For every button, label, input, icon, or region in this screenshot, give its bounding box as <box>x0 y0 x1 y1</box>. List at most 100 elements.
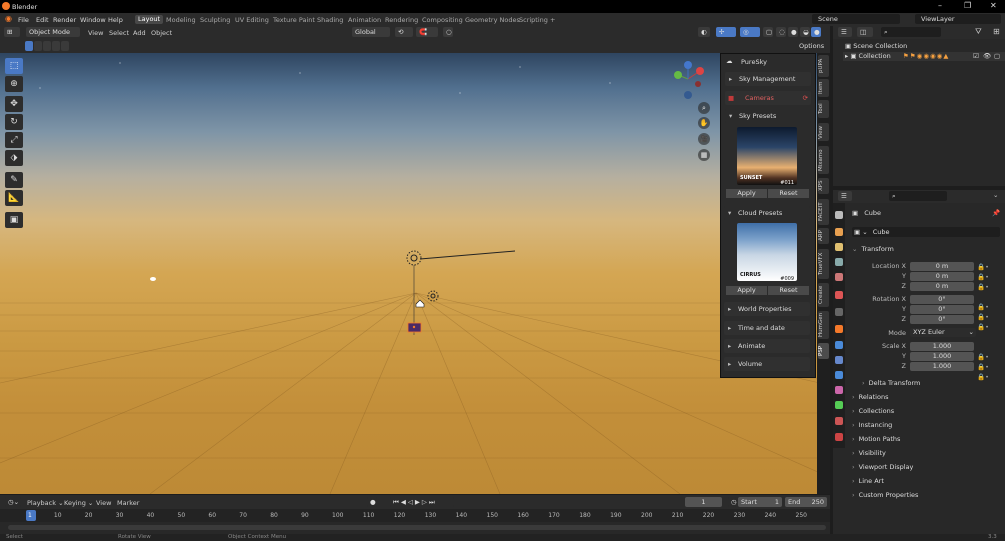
viewport-display-section[interactable]: › Viewport Display <box>852 463 913 471</box>
material-tab-icon[interactable] <box>835 417 843 425</box>
tab-pupa[interactable]: pUPA <box>818 55 829 77</box>
menu-window[interactable]: Window <box>80 16 106 24</box>
blender-menu-icon[interactable]: ◉ <box>5 14 12 23</box>
collection-checkbox-icon[interactable]: ☑ <box>973 52 979 61</box>
viewport-menu-add[interactable]: Add <box>133 28 146 38</box>
workspace-tab-layout[interactable]: Layout <box>135 15 164 24</box>
visibility-section[interactable]: › Visibility <box>852 449 886 457</box>
tab-view[interactable]: View <box>818 123 829 141</box>
current-frame-field[interactable]: 1 <box>685 497 722 507</box>
end-frame-field[interactable]: End 250 <box>785 497 827 507</box>
select-box-tool-icon[interactable]: ⬚ <box>5 58 23 74</box>
playback-controls-icons[interactable]: ⏮◀◁▶▷⏭ <box>390 497 454 507</box>
annotate-tool-icon[interactable]: ✎ <box>5 172 23 188</box>
timeline-editor-type-icon[interactable]: ◷⌄ <box>5 497 21 507</box>
tab-humgen[interactable]: HumGen <box>818 311 829 339</box>
scale-tool-icon[interactable]: ⤢ <box>5 132 23 148</box>
view-layer-tab-icon[interactable] <box>835 258 843 266</box>
outliner-editor-type-icon[interactable]: ☰ <box>838 27 852 37</box>
overlay-icon[interactable]: ◎ <box>740 27 760 37</box>
scale-x-field[interactable]: 1.000 <box>910 342 974 351</box>
display-mode-icon[interactable]: ◫ <box>857 27 873 37</box>
object-tab-icon[interactable] <box>835 325 843 333</box>
transform-tool-icon[interactable]: ⬗ <box>5 150 23 166</box>
sky-apply-button[interactable]: Apply <box>726 189 767 198</box>
collections-section[interactable]: › Collections <box>852 407 894 415</box>
object-name-field[interactable]: ▣ ⌄ Cube <box>852 227 1000 237</box>
timeline-scrollbar[interactable] <box>8 525 826 530</box>
rotation-x-field[interactable]: 0° <box>910 295 974 304</box>
world-tab-icon[interactable] <box>835 291 843 299</box>
editor-type-icon[interactable]: ⊞ <box>4 27 20 37</box>
maximize-icon[interactable]: ❐ <box>964 1 971 10</box>
timeline-menu-keying[interactable]: Keying ⌄ <box>64 498 93 508</box>
collection-render-icon[interactable]: ▢ <box>994 52 1000 61</box>
cloud-presets-section[interactable]: ▾ Cloud Presets <box>724 206 810 220</box>
outliner-collection-row[interactable]: ▸ ▣ Collection ⚑⚑◉◉◉◉▲ ☑ 👁 ▢ <box>843 52 1005 61</box>
measure-tool-icon[interactable]: 📐 <box>5 190 23 206</box>
location-x-field[interactable]: 0 m <box>910 262 974 271</box>
volume-section[interactable]: ▸ Volume <box>724 357 810 371</box>
refresh-icon[interactable]: ⟳ <box>803 91 808 105</box>
transform-section[interactable]: ⌄ Transform <box>852 245 894 253</box>
tab-xps[interactable]: XPS <box>818 178 829 194</box>
modifier-tab-icon[interactable] <box>835 341 843 349</box>
pin-icon[interactable]: 📌 <box>992 209 1000 217</box>
particles-tab-icon[interactable] <box>835 356 843 364</box>
sky-presets-section[interactable]: ▾ Sky Presets <box>725 109 811 123</box>
3d-viewport[interactable]: ⌕ ✋ 🎥 ▦ <box>0 53 820 494</box>
properties-search-input[interactable]: ⌕ <box>889 191 947 201</box>
delta-transform-section[interactable]: › Delta Transform <box>862 379 920 387</box>
cursor-tool-icon[interactable]: ⊕ <box>5 76 23 92</box>
outliner-search-input[interactable]: ⌕ <box>881 27 941 37</box>
wireframe-shading-icon[interactable]: ◌ <box>776 27 786 37</box>
move-tool-icon[interactable]: ✥ <box>5 96 23 112</box>
perspective-grid-icon[interactable]: ▦ <box>698 149 710 161</box>
physics-tab-icon[interactable] <box>835 371 843 379</box>
workspace-tab-modeling[interactable]: Modeling <box>166 16 196 24</box>
data-tab-icon[interactable] <box>835 401 843 409</box>
select-mode-extend-icon[interactable] <box>34 41 42 51</box>
relations-section[interactable]: › Relations <box>852 393 888 401</box>
sky-reset-button[interactable]: Reset <box>768 189 809 198</box>
viewport-menu-view[interactable]: View <box>88 28 103 38</box>
filter-icon[interactable]: ⛛ <box>975 27 982 37</box>
zoom-icon[interactable]: ⌕ <box>698 102 710 114</box>
view-layer-selector[interactable]: ViewLayer <box>915 14 1001 24</box>
workspace-tab-animation[interactable]: Animation <box>348 16 381 24</box>
tab-item[interactable]: Item <box>818 79 829 97</box>
proportional-edit-icon[interactable]: ○ <box>443 27 453 37</box>
constraints-tab-icon[interactable] <box>835 386 843 394</box>
viewport-menu-select[interactable]: Select <box>109 28 129 38</box>
tab-tool[interactable]: Tool <box>818 100 829 118</box>
rotation-mode-dropdown[interactable]: XYZ Euler ⌄ <box>910 328 976 337</box>
custom-properties-section[interactable]: › Custom Properties <box>852 491 918 499</box>
preview-range-icon[interactable]: ◷ <box>728 497 737 507</box>
select-mode-invert-icon[interactable] <box>52 41 60 51</box>
scale-z-field[interactable]: 1.000 <box>910 362 974 371</box>
gizmo-icon[interactable]: ✢ <box>716 27 736 37</box>
scale-y-field[interactable]: 1.000 <box>910 352 974 361</box>
world-properties-section[interactable]: ▸ World Properties <box>724 302 810 316</box>
properties-editor-type-icon[interactable]: ☰ <box>838 191 852 201</box>
object-mode-dropdown[interactable]: Object Mode <box>26 27 80 37</box>
transform-orientation-dropdown[interactable]: Global <box>352 27 390 37</box>
cloud-reset-button[interactable]: Reset <box>768 286 809 295</box>
line-art-section[interactable]: › Line Art <box>852 477 884 485</box>
outliner-scene-collection[interactable]: ▣ Scene Collection <box>845 42 907 50</box>
menu-edit[interactable]: Edit <box>36 16 49 24</box>
scene-tab-icon[interactable] <box>835 273 843 281</box>
select-mode-intersect-icon[interactable] <box>61 41 69 51</box>
lock-icons[interactable]: 🔒• 🔒• 🔒• 🔒• 🔒• 🔒• 🔒• 🔒• 🔒• <box>977 262 989 382</box>
camera-object[interactable] <box>415 299 425 308</box>
select-mode-new-icon[interactable] <box>25 41 33 51</box>
material-shading-icon[interactable]: ◒ <box>800 27 810 37</box>
animate-section[interactable]: ▸ Animate <box>724 339 810 353</box>
tab-mixamo[interactable]: Mixamo <box>818 146 829 174</box>
texture-tab-icon[interactable] <box>835 433 843 441</box>
render-tab-icon[interactable] <box>835 228 843 236</box>
menu-render[interactable]: Render <box>53 16 76 24</box>
collection-tab-icon[interactable] <box>835 308 843 316</box>
scene-selector[interactable]: Scene <box>812 14 900 24</box>
menu-help[interactable]: Help <box>108 16 123 24</box>
